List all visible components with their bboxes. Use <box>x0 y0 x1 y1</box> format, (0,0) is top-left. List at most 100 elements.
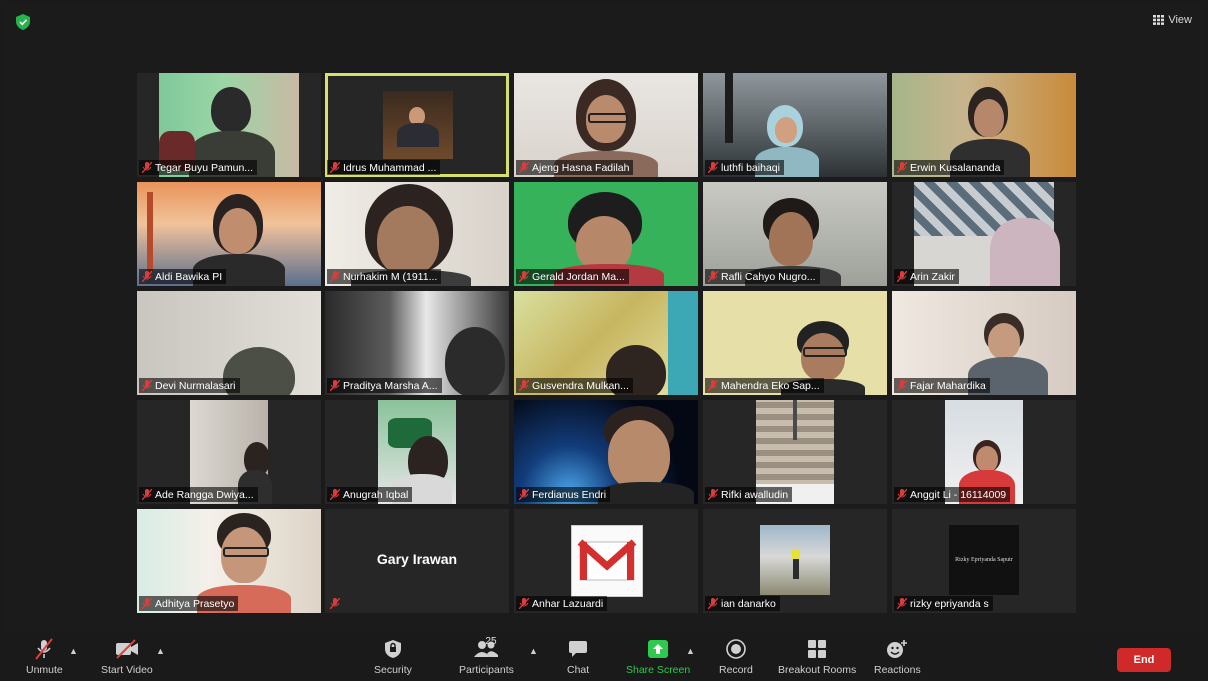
video-off-icon <box>115 639 138 659</box>
profile-picture-gmail <box>571 525 643 597</box>
security-label: Security <box>374 664 412 676</box>
participant-name-tag: ian danarko <box>705 596 780 611</box>
participant-tile-active-speaker[interactable]: Idrus Muhammad ... <box>325 73 509 177</box>
muted-mic-icon <box>519 162 529 173</box>
muted-mic-icon <box>897 271 907 282</box>
participant-tile[interactable]: Devi Nurmalasari <box>137 291 321 395</box>
participant-tile[interactable]: ian danarko <box>703 509 887 613</box>
view-button[interactable]: View <box>1153 14 1192 26</box>
video-options-caret[interactable]: ▲ <box>156 646 165 656</box>
participant-name: Gusvendra Mulkan... <box>532 379 629 392</box>
grid-view-icon <box>1153 15 1165 25</box>
participant-tile[interactable]: Rizky Epriyanda Saputr rizky epriyanda s <box>892 509 1076 613</box>
muted-mic-icon <box>708 598 718 609</box>
participant-name-tag: Ajeng Hasna Fadilah <box>516 160 634 175</box>
chat-button[interactable]: Chat <box>567 638 589 676</box>
participant-name-tag: Adhitya Prasetyo <box>139 596 239 611</box>
participants-button[interactable]: 25 Participants <box>459 636 514 676</box>
participant-tile[interactable]: Gusvendra Mulkan... <box>514 291 698 395</box>
participant-tile[interactable]: Rifki awalludin <box>703 400 887 504</box>
participants-options-caret[interactable]: ▲ <box>529 646 538 656</box>
participant-name-tag: Gusvendra Mulkan... <box>516 378 633 393</box>
participant-tile[interactable]: Adhitya Prasetyo <box>137 509 321 613</box>
participant-name: Ferdianus Endri <box>532 488 607 501</box>
muted-mic-icon <box>330 489 340 500</box>
participant-tile-no-video[interactable]: Gary Irawan <box>325 509 509 613</box>
participant-name-tag <box>327 596 344 611</box>
participant-name-tag: Mahendra Eko Sap... <box>705 378 824 393</box>
participant-name-tag: Tegar Buyu Pamun... <box>139 160 258 175</box>
share-options-caret[interactable]: ▲ <box>686 646 695 656</box>
participant-tile[interactable]: Erwin Kusalananda <box>892 73 1076 177</box>
participant-tile[interactable]: Nurhakim M (1911... <box>325 182 509 286</box>
participant-tile[interactable]: Anggit Li - 16114009 <box>892 400 1076 504</box>
security-button[interactable]: Security <box>374 638 412 676</box>
muted-mic-icon <box>519 489 529 500</box>
participant-name-tag: Anugrah Iqbal <box>327 487 413 502</box>
participant-name: Adhitya Prasetyo <box>155 597 235 610</box>
participant-name: Erwin Kusalananda <box>910 161 1001 174</box>
encryption-shield-icon[interactable] <box>16 14 30 30</box>
name-card-text: Rizky Epriyanda Saputr <box>955 557 1013 563</box>
breakout-rooms-button[interactable]: Breakout Rooms <box>778 638 856 676</box>
muted-mic-icon <box>897 598 907 609</box>
participant-tile[interactable]: Aldi Bawika PI <box>137 182 321 286</box>
muted-mic-icon <box>897 380 907 391</box>
muted-mic-icon <box>142 271 152 282</box>
participant-tile[interactable]: Anhar Lazuardi <box>514 509 698 613</box>
participant-tile[interactable]: Ferdianus Endri <box>514 400 698 504</box>
record-label: Record <box>719 664 753 676</box>
participant-tile[interactable]: Gerald Jordan Ma... <box>514 182 698 286</box>
muted-mic-icon <box>330 162 340 173</box>
record-button[interactable]: Record <box>719 638 753 676</box>
security-shield-icon <box>384 640 401 658</box>
participant-tile[interactable]: luthfi baihaqi <box>703 73 887 177</box>
participant-name: Anugrah Iqbal <box>343 488 409 501</box>
muted-mic-icon <box>142 162 152 173</box>
participant-tile[interactable]: Anugrah Iqbal <box>325 400 509 504</box>
participant-name-tag: Fajar Mahardika <box>894 378 990 393</box>
reactions-smiley-icon <box>887 640 908 658</box>
start-video-button[interactable]: Start Video <box>101 638 153 676</box>
participant-name: Praditya Marsha A... <box>343 379 438 392</box>
participant-tile[interactable]: Mahendra Eko Sap... <box>703 291 887 395</box>
muted-mic-icon <box>708 271 718 282</box>
participant-name-tag: Rifki awalludin <box>705 487 793 502</box>
muted-mic-icon <box>142 380 152 391</box>
gmail-envelope-icon <box>577 539 637 581</box>
participant-name: Nurhakim M (1911... <box>343 270 438 283</box>
participant-name: rizky epriyanda s <box>910 597 989 610</box>
unmute-button[interactable]: Unmute <box>26 638 63 676</box>
participant-video <box>383 91 453 159</box>
muted-mic-icon <box>519 598 529 609</box>
muted-mic-icon <box>142 598 152 609</box>
breakout-rooms-label: Breakout Rooms <box>778 664 857 676</box>
participant-tile[interactable]: Tegar Buyu Pamun... <box>137 73 321 177</box>
reactions-button[interactable]: Reactions <box>874 638 921 676</box>
participant-name-tag: Anhar Lazuardi <box>516 596 608 611</box>
reactions-label: Reactions <box>874 664 921 676</box>
participants-label: Participants <box>459 664 514 676</box>
record-icon <box>726 639 746 659</box>
participant-name: Idrus Muhammad ... <box>343 161 437 174</box>
participant-tile[interactable]: Fajar Mahardika <box>892 291 1076 395</box>
participant-name-tag: Rafli Cahyo Nugro... <box>705 269 820 284</box>
muted-mic-icon <box>330 598 340 609</box>
participant-name-tag: Praditya Marsha A... <box>327 378 442 393</box>
participant-tile[interactable]: Ajeng Hasna Fadilah <box>514 73 698 177</box>
participant-name: Arin Zakir <box>910 270 955 283</box>
participant-tile[interactable]: Praditya Marsha A... <box>325 291 509 395</box>
audio-options-caret[interactable]: ▲ <box>69 646 78 656</box>
participant-name-tag: Ferdianus Endri <box>516 487 611 502</box>
end-meeting-button[interactable]: End <box>1117 648 1171 672</box>
muted-mic-icon <box>897 162 907 173</box>
share-screen-button[interactable]: Share Screen <box>626 638 690 676</box>
muted-mic-icon <box>142 489 152 500</box>
participant-name: Rifki awalludin <box>721 488 789 501</box>
participant-name: Gerald Jordan Ma... <box>532 270 625 283</box>
participant-tile[interactable]: Rafli Cahyo Nugro... <box>703 182 887 286</box>
participant-display-name: Gary Irawan <box>376 551 458 567</box>
participant-tile[interactable]: Ade Rangga Dwiya... <box>137 400 321 504</box>
share-screen-label: Share Screen <box>626 664 691 676</box>
participant-tile[interactable]: Arin Zakir <box>892 182 1076 286</box>
